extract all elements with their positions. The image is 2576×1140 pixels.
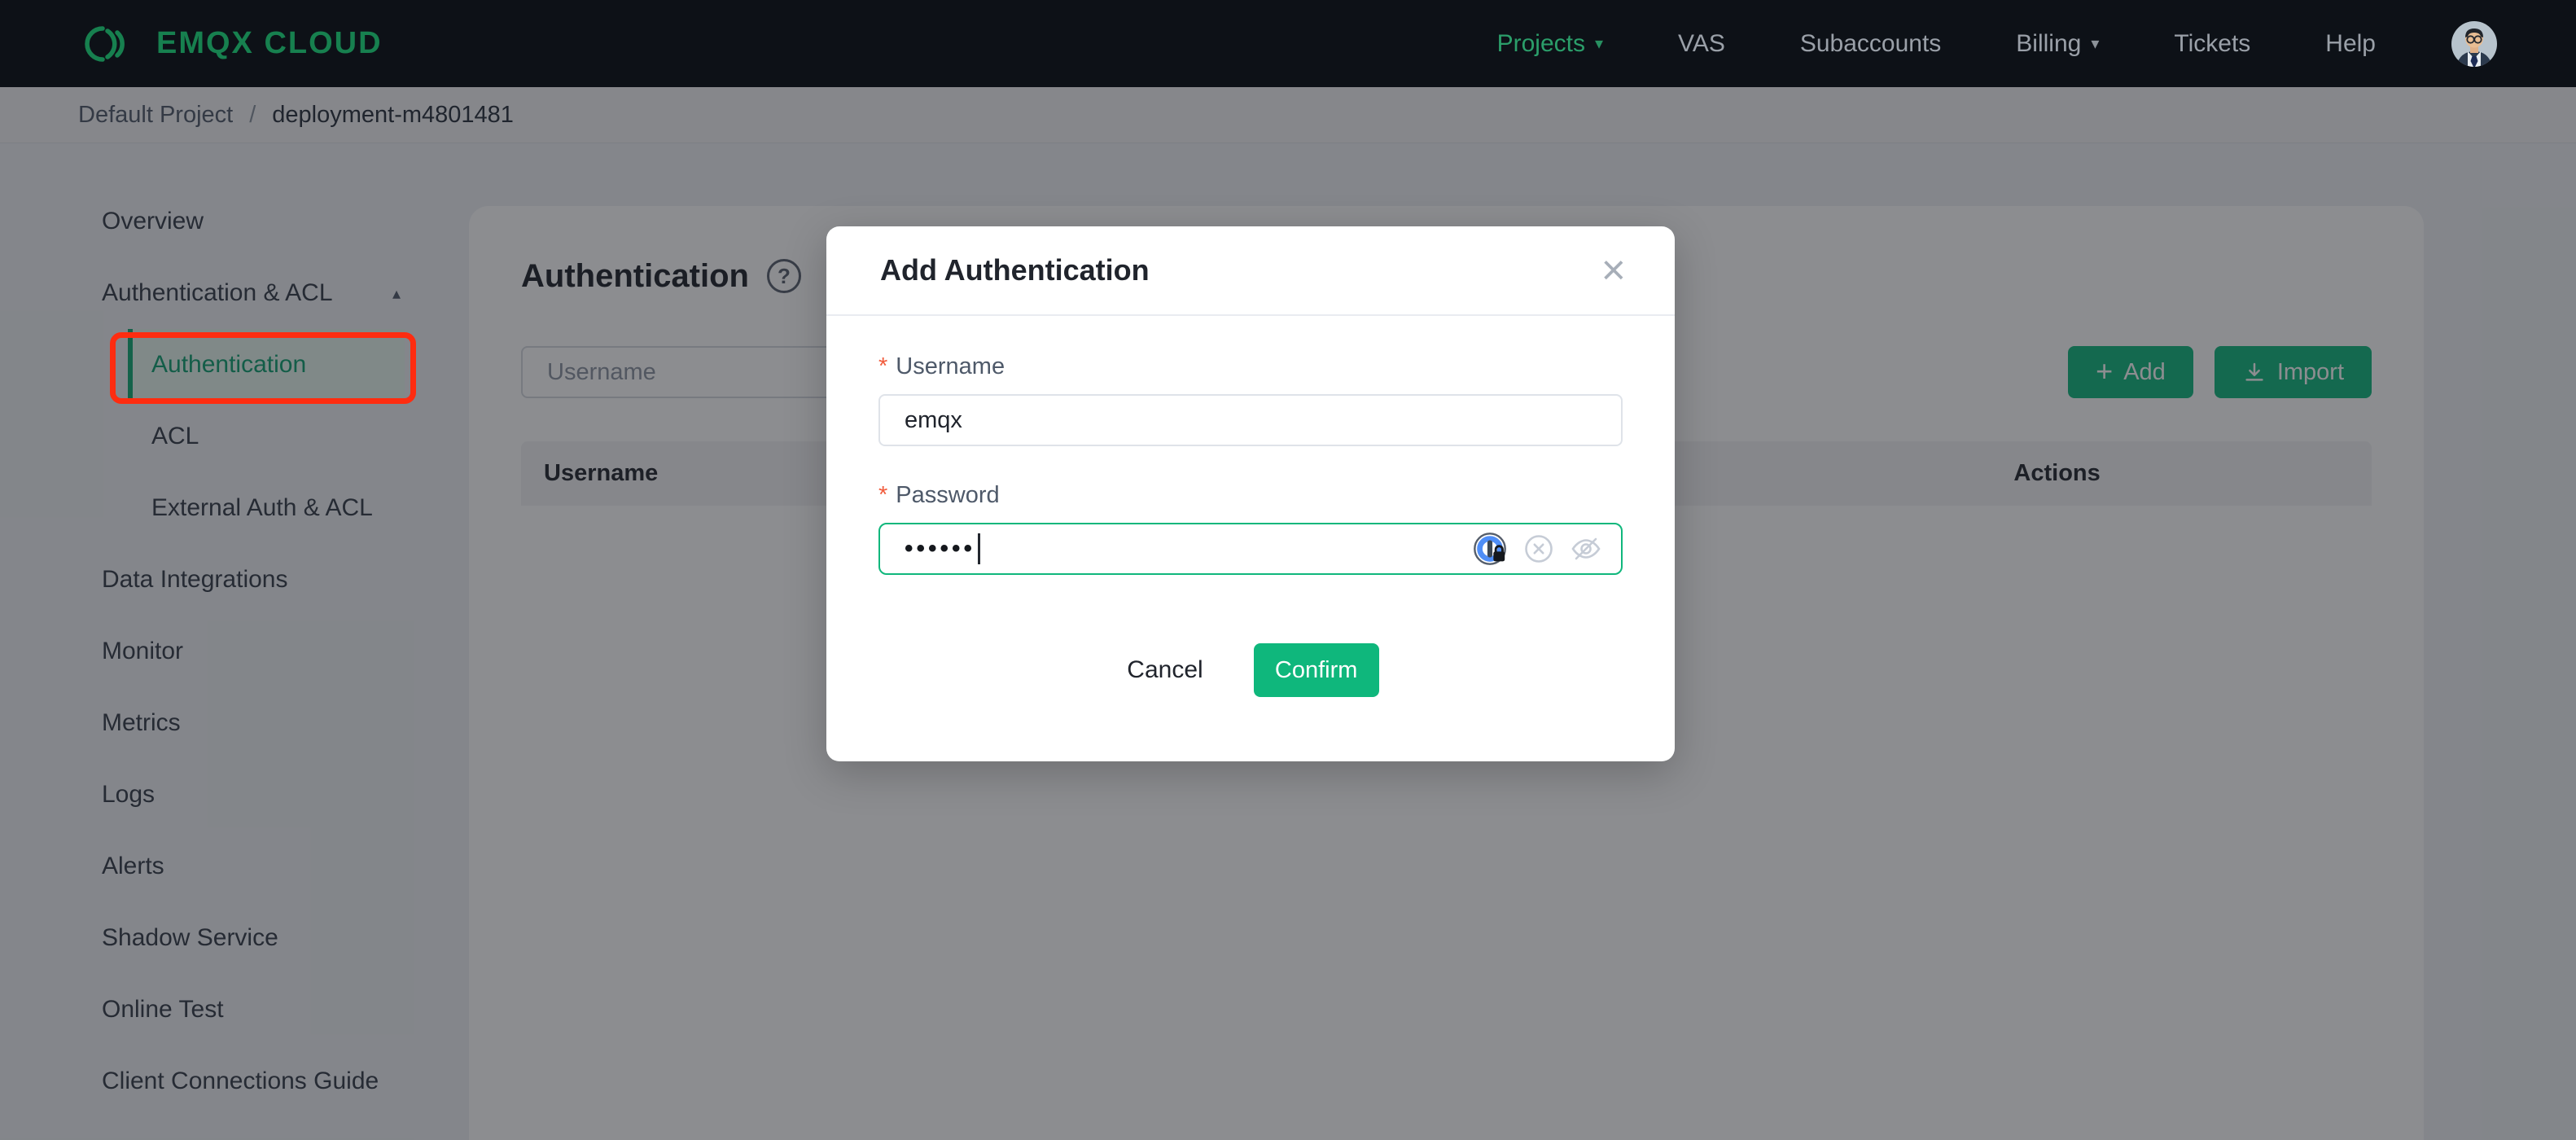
emqx-cloud-logo[interactable]: EMQX CLOUD <box>78 21 383 67</box>
logo-text: EMQX CLOUD <box>156 26 383 60</box>
masked-password-value: •••••• <box>905 535 976 562</box>
nav-item-help[interactable]: Help <box>2325 30 2376 58</box>
top-nav-menu: Projects ▾ VAS Subaccounts Billing ▾ Tic… <box>1497 30 2451 58</box>
nav-item-tickets[interactable]: Tickets <box>2174 30 2250 58</box>
user-avatar[interactable] <box>2451 20 2498 68</box>
username-field-group: * Username <box>878 353 1623 446</box>
cancel-button[interactable]: Cancel <box>1122 656 1207 685</box>
top-navbar: EMQX CLOUD Projects ▾ VAS Subaccounts Bi… <box>0 0 2576 87</box>
password-manager-lock-icon[interactable] <box>1471 530 1509 568</box>
chevron-down-icon: ▾ <box>2091 34 2100 53</box>
password-label: Password <box>896 482 1000 508</box>
confirm-button[interactable]: Confirm <box>1253 643 1379 697</box>
nav-item-projects[interactable]: Projects ▾ <box>1497 30 1603 58</box>
password-field-group: * Password •••••• <box>878 482 1623 575</box>
text-cursor <box>978 533 981 564</box>
chevron-down-icon: ▾ <box>1594 34 1604 53</box>
close-icon[interactable]: × <box>1601 249 1626 292</box>
add-authentication-modal: Add Authentication × * Username * Passwo… <box>826 226 1675 761</box>
emqx-logo-icon <box>78 21 135 67</box>
password-input[interactable]: •••••• <box>878 523 1623 575</box>
click-annotation-box <box>110 332 416 404</box>
nav-item-billing[interactable]: Billing ▾ <box>2016 30 2099 58</box>
nav-item-vas[interactable]: VAS <box>1678 30 1725 58</box>
clear-input-icon[interactable] <box>1523 533 1554 564</box>
required-mark: * <box>878 482 888 508</box>
eye-off-icon[interactable] <box>1569 532 1603 566</box>
required-mark: * <box>878 353 888 379</box>
username-input[interactable] <box>878 394 1623 446</box>
nav-item-subaccounts[interactable]: Subaccounts <box>1800 30 1941 58</box>
username-label: Username <box>896 353 1005 379</box>
modal-title: Add Authentication <box>880 253 1150 287</box>
